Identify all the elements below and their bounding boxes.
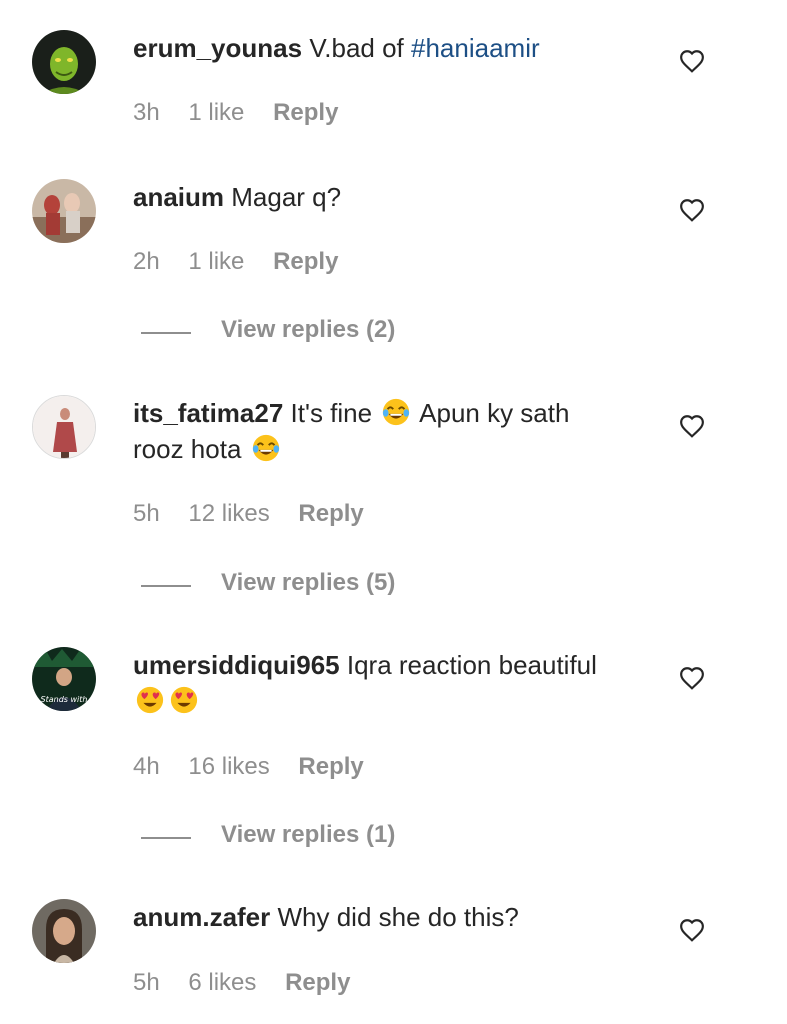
reply-button[interactable]: Reply — [298, 753, 363, 780]
username[interactable]: erum_younas — [133, 33, 302, 63]
like-heart-icon[interactable] — [679, 49, 705, 73]
avatar[interactable] — [32, 30, 96, 94]
face-with-tears-of-joy-icon — [381, 397, 411, 427]
like-count[interactable]: 1 like — [188, 248, 244, 275]
like-count[interactable]: 6 likes — [188, 969, 256, 996]
like-heart-icon[interactable] — [679, 918, 705, 942]
view-replies-label[interactable]: View replies (2) — [221, 316, 395, 344]
comment-text: erum_younas V.bad of #haniaamir — [133, 30, 653, 66]
face-with-tears-of-joy-icon — [251, 433, 281, 463]
like-heart-icon[interactable] — [679, 666, 705, 690]
timestamp: 4h — [133, 753, 160, 780]
comment-text: its_fatima27 It's fine Apun ky sath rooz… — [133, 395, 653, 467]
comment-body: Why did she do this? — [277, 902, 519, 932]
view-replies-label[interactable]: View replies (1) — [221, 821, 395, 849]
smiling-face-with-heart-eyes-icon — [135, 685, 165, 715]
reply-button[interactable]: Reply — [273, 99, 338, 126]
avatar[interactable] — [32, 395, 96, 459]
view-replies-button[interactable]: View replies (1) — [0, 819, 787, 855]
comment-body: It's fine — [290, 398, 373, 428]
like-count[interactable]: 1 like — [188, 99, 244, 126]
comment-meta: 4h 16 likes Reply — [133, 752, 386, 782]
divider-line — [141, 585, 191, 587]
view-replies-button[interactable]: View replies (5) — [0, 567, 787, 603]
hashtag-link[interactable]: #haniaamir — [411, 33, 540, 63]
avatar[interactable]: Stands with — [32, 647, 96, 711]
like-count[interactable]: 16 likes — [188, 753, 269, 780]
like-heart-icon[interactable] — [679, 198, 705, 222]
username[interactable]: its_fatima27 — [133, 398, 283, 428]
comment-meta: 5h 12 likes Reply — [133, 499, 386, 529]
username[interactable]: anaium — [133, 182, 224, 212]
username[interactable]: anum.zafer — [133, 902, 270, 932]
reply-button[interactable]: Reply — [273, 248, 338, 275]
avatar[interactable] — [32, 899, 96, 963]
smiling-face-with-heart-eyes-icon — [169, 685, 199, 715]
comment-body: V.bad of — [309, 33, 412, 63]
avatar[interactable] — [32, 179, 96, 243]
timestamp: 2h — [133, 248, 160, 275]
comment-body: Iqra reaction beautiful — [346, 650, 597, 680]
reply-button[interactable]: Reply — [298, 500, 363, 527]
timestamp: 5h — [133, 969, 160, 996]
comment-body-line2: rooz hota — [133, 434, 242, 464]
timestamp: 3h — [133, 99, 160, 126]
divider-line — [141, 837, 191, 839]
avatar-caption: Stands with — [41, 695, 88, 704]
timestamp: 5h — [133, 500, 160, 527]
comment-meta: 3h 1 like Reply — [133, 98, 360, 128]
reply-button[interactable]: Reply — [285, 969, 350, 996]
like-heart-icon[interactable] — [679, 414, 705, 438]
divider-line — [141, 332, 191, 334]
view-replies-button[interactable]: View replies (2) — [0, 314, 787, 350]
view-replies-label[interactable]: View replies (5) — [221, 569, 395, 597]
comment-body-continued: Apun ky sath — [419, 398, 570, 428]
comment-text: anum.zafer Why did she do this? — [133, 899, 653, 935]
username[interactable]: umersiddiqui965 — [133, 650, 340, 680]
like-count[interactable]: 12 likes — [188, 500, 269, 527]
comment-body: Magar q? — [231, 182, 342, 212]
comment-meta: 2h 1 like Reply — [133, 247, 360, 277]
comment-meta: 5h 6 likes Reply — [133, 968, 372, 998]
comment-text: anaium Magar q? — [133, 179, 653, 215]
comment-text: umersiddiqui965 Iqra reaction beautiful — [133, 647, 653, 719]
